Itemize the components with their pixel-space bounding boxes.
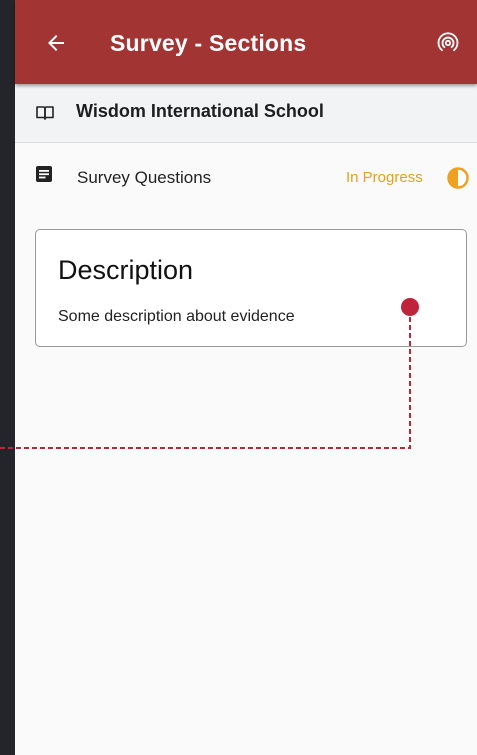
description-text: Some description about evidence (58, 308, 295, 325)
book-icon (35, 103, 55, 123)
description-title: Description (58, 255, 194, 285)
half-circle-progress-icon (447, 167, 469, 189)
document-icon (35, 165, 53, 183)
school-name: Wisdom International School (76, 101, 324, 121)
section-label: Survey Questions (77, 168, 212, 187)
description-card: Description Some description about evide… (35, 229, 467, 347)
section-item-survey-questions[interactable]: Survey Questions In Progress (15, 143, 477, 211)
page-title: Survey - Sections (110, 30, 307, 56)
status-badge: In Progress (346, 169, 423, 186)
arrow-back-icon[interactable] (41, 28, 71, 58)
school-header: Wisdom International School (15, 84, 477, 143)
broadcast-icon[interactable] (433, 28, 463, 58)
app-bar: Survey - Sections (15, 0, 477, 84)
